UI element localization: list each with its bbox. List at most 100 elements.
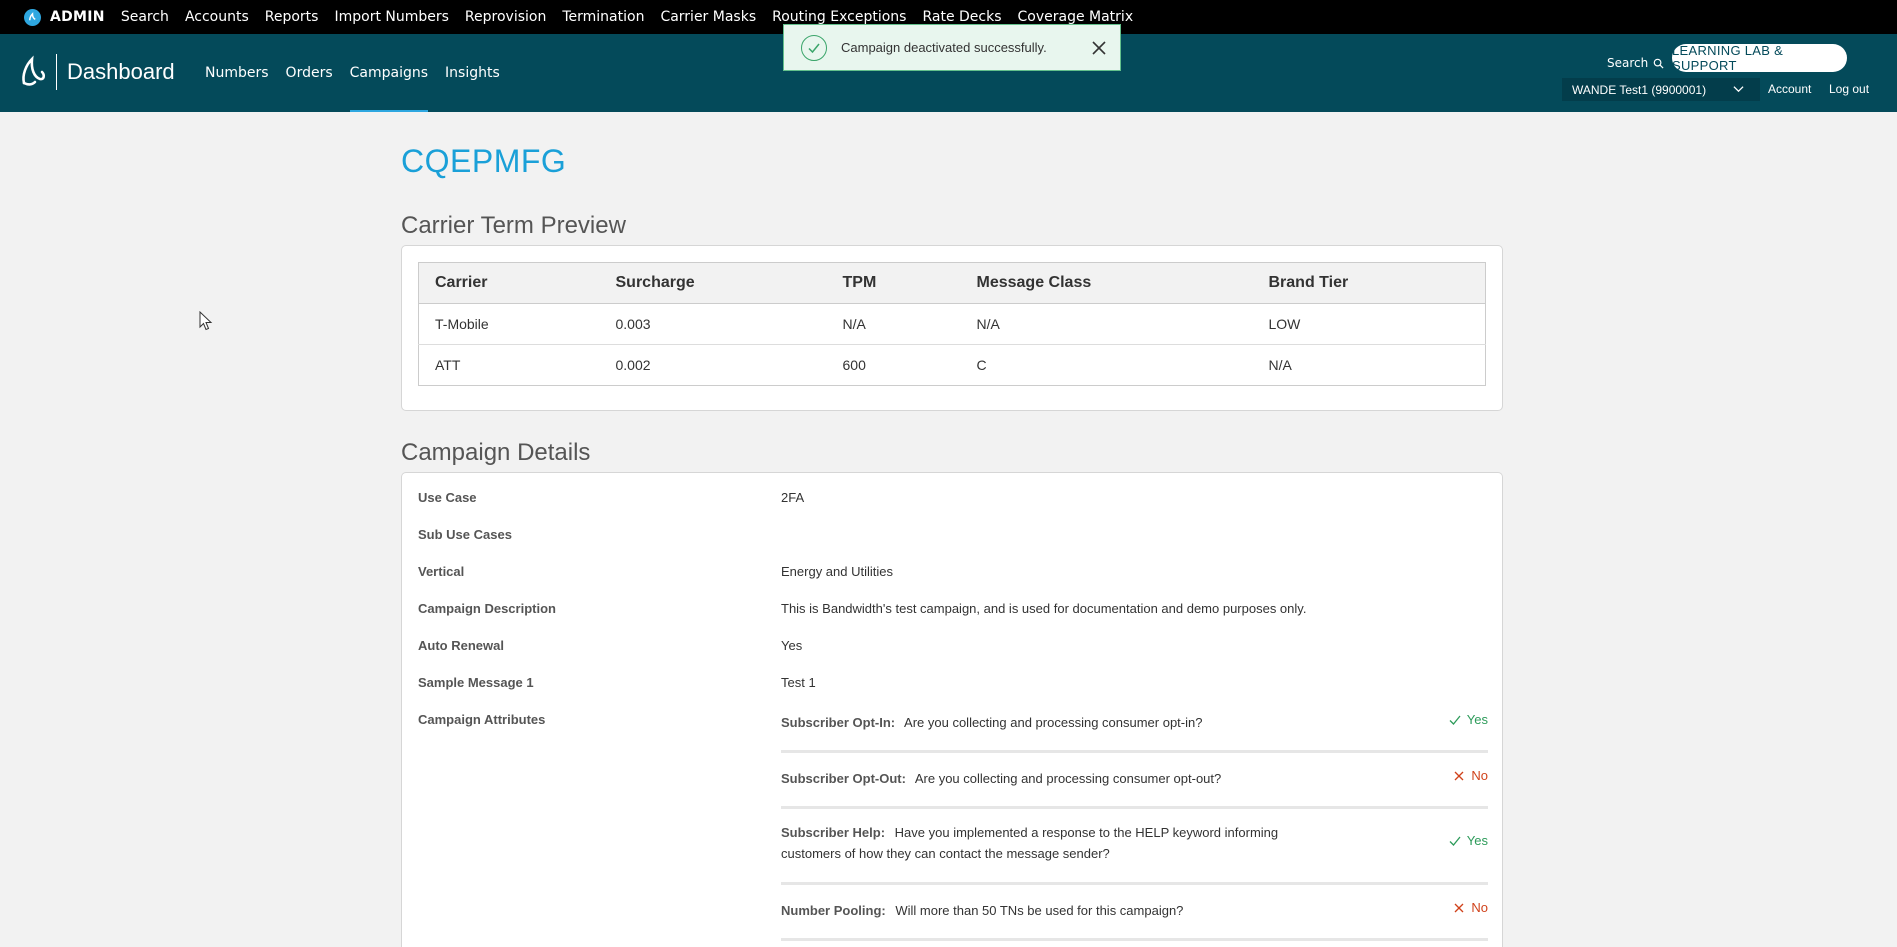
x-icon xyxy=(1454,903,1464,912)
attribute-number-pooling: Number Pooling: Will more than 50 TNs be… xyxy=(781,900,1488,921)
bandwidth-logo-icon xyxy=(22,55,46,86)
attribute-divider xyxy=(781,938,1488,941)
cell-surcharge: 0.002 xyxy=(615,357,651,373)
dashboard-title: Dashboard xyxy=(67,59,175,84)
detail-label: Campaign Description xyxy=(418,601,556,616)
detail-label: Vertical xyxy=(418,564,465,579)
attribute-subscriber-opt-in: Subscriber Opt-In: Are you collecting an… xyxy=(781,712,1488,733)
carrier-term-preview-title: Carrier Term Preview xyxy=(401,212,626,239)
page-title: CQEPMFG xyxy=(401,143,567,179)
nav-campaigns[interactable]: Campaigns xyxy=(349,34,429,112)
answer-text: No xyxy=(1471,768,1488,783)
admin-link-search[interactable]: Search xyxy=(121,9,169,25)
attribute-text: Subscriber Help: Have you implemented a … xyxy=(781,822,1341,864)
check-circle-icon xyxy=(801,34,827,61)
success-toast: Campaign deactivated successfully. xyxy=(783,24,1121,71)
attribute-divider xyxy=(781,750,1488,753)
toast-message: Campaign deactivated successfully. xyxy=(841,40,1047,55)
detail-label: Sub Use Cases xyxy=(418,527,512,542)
attribute-label: Subscriber Opt-Out: xyxy=(781,771,906,786)
answer-text: No xyxy=(1471,900,1488,915)
table-row: ATT 0.002 600 C N/A xyxy=(419,345,1486,386)
detail-label: Campaign Attributes xyxy=(418,712,546,727)
account-link[interactable]: Account xyxy=(1768,82,1811,96)
table-row: T-Mobile 0.003 N/A N/A LOW xyxy=(418,303,1486,345)
admin-link-routing-exceptions[interactable]: Routing Exceptions xyxy=(772,9,906,25)
detail-value: 2FA xyxy=(781,490,805,505)
close-icon[interactable] xyxy=(1090,39,1108,57)
admin-link-reprovision[interactable]: Reprovision xyxy=(465,9,546,25)
attribute-answer: No xyxy=(1453,768,1488,783)
attribute-label: Number Pooling: xyxy=(781,903,886,918)
check-icon xyxy=(1449,836,1461,846)
detail-value: Energy and Utilities xyxy=(781,564,893,579)
cell-brand-tier: LOW xyxy=(1252,303,1486,345)
account-selector[interactable]: WANDE Test1 (9900001) xyxy=(1562,78,1760,101)
admin-link-rate-decks[interactable]: Rate Decks xyxy=(922,9,1001,25)
brand[interactable]: Dashboard xyxy=(18,54,175,90)
attribute-subscriber-opt-out: Subscriber Opt-Out: Are you collecting a… xyxy=(781,768,1488,789)
search-icon xyxy=(1653,58,1664,69)
carrier-term-table: Carrier Surcharge TPM Message Class Bran… xyxy=(418,262,1486,386)
attribute-subscriber-help: Subscriber Help: Have you implemented a … xyxy=(781,822,1488,864)
detail-value: Yes xyxy=(781,638,803,653)
check-icon xyxy=(1449,715,1461,725)
attribute-question: Will more than 50 TNs be used for this c… xyxy=(895,903,1184,918)
learning-lab-button[interactable]: LEARNING LAB & SUPPORT xyxy=(1672,43,1847,73)
brand-divider xyxy=(56,54,57,90)
column-header-tpm: TPM xyxy=(826,262,961,304)
campaign-details-card: Use Case 2FA Sub Use Cases Vertical Ener… xyxy=(401,472,1503,947)
cell-tpm: N/A xyxy=(826,303,961,345)
attribute-divider xyxy=(781,882,1488,885)
column-header-brand-tier: Brand Tier xyxy=(1252,262,1486,304)
attribute-answer: No xyxy=(1453,900,1488,915)
header-search-label: Search xyxy=(1607,56,1649,70)
bandwidth-logo-icon xyxy=(24,8,41,26)
answer-text: Yes xyxy=(1466,712,1488,727)
admin-link-termination[interactable]: Termination xyxy=(562,9,644,25)
detail-value: Test 1 xyxy=(781,675,816,690)
cell-tpm: 600 xyxy=(842,357,866,373)
cell-message-class: N/A xyxy=(960,303,1253,345)
admin-link-accounts[interactable]: Accounts xyxy=(185,9,249,25)
account-selector-value: WANDE Test1 (9900001) xyxy=(1572,82,1707,97)
cell-message-class: C xyxy=(976,357,987,373)
nav-insights[interactable]: Insights xyxy=(445,34,500,112)
attribute-question: Are you collecting and processing consum… xyxy=(904,715,1203,730)
attribute-divider xyxy=(781,806,1488,809)
table-header-row: Carrier Surcharge TPM Message Class Bran… xyxy=(418,262,1486,304)
nav-orders[interactable]: Orders xyxy=(286,34,333,112)
attribute-label: Subscriber Opt-In: xyxy=(781,715,896,730)
admin-link-reports[interactable]: Reports xyxy=(265,9,319,25)
cell-carrier: ATT xyxy=(435,357,461,373)
attribute-question: Are you collecting and processing consum… xyxy=(914,771,1222,786)
detail-label: Auto Renewal xyxy=(418,638,504,653)
column-header-message-class: Message Class xyxy=(960,262,1253,304)
cell-surcharge: 0.003 xyxy=(599,303,827,345)
attribute-answer: Yes xyxy=(1449,712,1488,727)
nav-numbers[interactable]: Numbers xyxy=(205,34,269,112)
column-header-surcharge: Surcharge xyxy=(599,262,827,304)
attribute-text: Number Pooling: Will more than 50 TNs be… xyxy=(781,900,1341,921)
attribute-text: Subscriber Opt-In: Are you collecting an… xyxy=(781,712,1341,733)
admin-link-coverage-matrix[interactable]: Coverage Matrix xyxy=(1018,9,1134,25)
cell-carrier: T-Mobile xyxy=(418,303,600,345)
header-search[interactable]: Search xyxy=(1607,56,1664,70)
campaign-details-title: Campaign Details xyxy=(401,439,591,466)
admin-link-import-numbers[interactable]: Import Numbers xyxy=(334,9,448,25)
attribute-text: Subscriber Opt-Out: Are you collecting a… xyxy=(781,768,1341,789)
admin-label: ADMIN xyxy=(50,9,105,25)
cell-brand-tier: N/A xyxy=(1268,357,1292,373)
logout-link[interactable]: Log out xyxy=(1829,82,1869,96)
answer-text: Yes xyxy=(1466,833,1488,848)
carrier-term-card: Carrier Surcharge TPM Message Class Bran… xyxy=(401,245,1503,411)
attribute-label: Subscriber Help: xyxy=(781,825,886,840)
x-icon xyxy=(1454,771,1464,780)
detail-label: Use Case xyxy=(418,490,477,505)
detail-value: This is Bandwidth's test campaign, and i… xyxy=(781,601,1307,616)
main-nav: Numbers Orders Campaigns Insights xyxy=(205,34,517,112)
mouse-cursor-icon xyxy=(199,311,213,331)
admin-link-carrier-masks[interactable]: Carrier Masks xyxy=(660,9,756,25)
attribute-answer: Yes xyxy=(1449,833,1488,848)
chevron-down-icon xyxy=(1733,86,1744,93)
